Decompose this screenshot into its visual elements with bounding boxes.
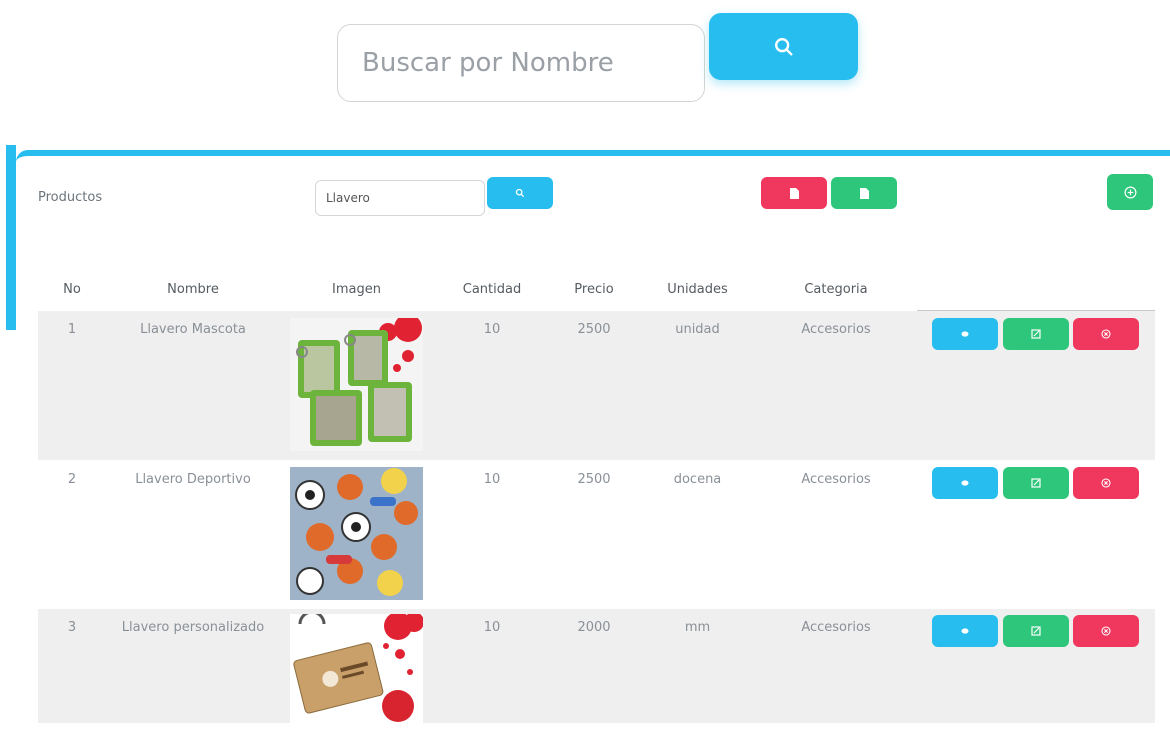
delete-button[interactable]	[1073, 615, 1139, 647]
product-image	[290, 318, 423, 451]
filter-search-button[interactable]	[487, 177, 553, 209]
product-image	[290, 614, 423, 723]
eye-icon	[961, 480, 969, 486]
row-cantidad: 10	[483, 322, 501, 337]
delete-button[interactable]	[1073, 467, 1139, 499]
column-header-cantidad: Cantidad	[462, 282, 522, 297]
column-header-nombre: Nombre	[167, 282, 219, 297]
column-header-precio: Precio	[574, 282, 614, 297]
view-button[interactable]	[932, 467, 998, 499]
edit-icon	[1031, 478, 1041, 488]
view-button[interactable]	[932, 615, 998, 647]
row-precio: 2500	[577, 322, 611, 337]
plus-circle-icon	[1124, 186, 1136, 198]
row-categoria: Accesorios	[801, 322, 871, 337]
row-nombre: Llavero personalizado	[121, 620, 265, 635]
x-circle-icon	[1101, 626, 1111, 636]
row-nombre: Llavero Mascota	[140, 322, 246, 337]
edit-icon	[1031, 626, 1041, 636]
search-icon	[515, 188, 524, 197]
row-number: 2	[67, 472, 77, 487]
row-unidades: unidad	[675, 322, 720, 337]
row-categoria: Accesorios	[801, 620, 871, 635]
edit-icon	[1031, 329, 1041, 339]
row-unidades: mm	[684, 620, 711, 635]
row-cantidad: 10	[483, 620, 501, 635]
eye-icon	[961, 331, 969, 337]
row-number: 1	[67, 322, 77, 337]
search-by-name-input[interactable]	[337, 24, 705, 102]
product-image	[290, 467, 423, 600]
card-accent-bar	[6, 145, 16, 330]
card-title: Productos	[38, 190, 103, 205]
edit-button[interactable]	[1003, 615, 1069, 647]
x-circle-icon	[1101, 478, 1111, 488]
row-nombre: Llavero Deportivo	[135, 472, 251, 487]
edit-button[interactable]	[1003, 318, 1069, 350]
row-precio: 2500	[577, 472, 611, 487]
export-excel-button[interactable]	[831, 177, 897, 209]
column-header-unidades: Unidades	[667, 282, 728, 297]
row-categoria: Accesorios	[801, 472, 871, 487]
row-number: 3	[67, 620, 77, 635]
search-button[interactable]	[709, 13, 858, 80]
row-unidades: docena	[673, 472, 722, 487]
file-excel-icon	[859, 187, 869, 199]
x-circle-icon	[1101, 329, 1111, 339]
row-cantidad: 10	[483, 472, 501, 487]
column-header-categoria: Categoria	[804, 282, 868, 297]
search-icon	[774, 37, 793, 56]
row-precio: 2000	[577, 620, 611, 635]
column-header-imagen: Imagen	[332, 282, 381, 297]
column-header-no: No	[63, 282, 81, 297]
add-product-button[interactable]	[1107, 174, 1153, 210]
export-pdf-button[interactable]	[761, 177, 827, 209]
edit-button[interactable]	[1003, 467, 1069, 499]
eye-icon	[961, 628, 969, 634]
file-pdf-icon	[789, 187, 799, 199]
view-button[interactable]	[932, 318, 998, 350]
delete-button[interactable]	[1073, 318, 1139, 350]
filter-input[interactable]	[315, 180, 485, 216]
